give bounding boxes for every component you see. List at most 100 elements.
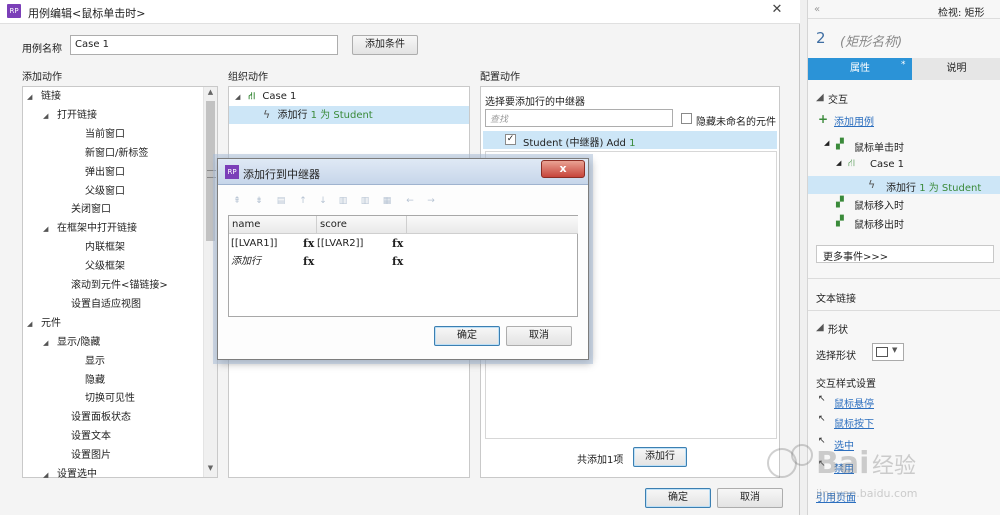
tree-item-label: 当前窗口	[85, 128, 125, 140]
tree-item-label: 新窗口/新标签	[85, 147, 149, 159]
tree-item[interactable]: 内联框架	[71, 239, 125, 257]
delete-row-icon[interactable]: ▤	[274, 195, 288, 207]
tree-item[interactable]: 切换可见性	[71, 390, 135, 408]
collapse-icon[interactable]: ◢	[43, 334, 53, 352]
tree-item[interactable]: 隐藏	[71, 372, 105, 390]
hide-unnamed-checkbox[interactable]	[681, 113, 692, 124]
divider	[808, 310, 1000, 311]
close-icon[interactable]: ✕	[755, 0, 799, 20]
tree-item[interactable]: ◢ 设置选中	[43, 466, 97, 484]
tree-item[interactable]: ◢ 链接	[27, 88, 61, 106]
collapse-icon[interactable]: ◢	[27, 315, 37, 333]
case-node[interactable]: ◢ ⛙ Case 1	[235, 88, 296, 106]
text-link-heading[interactable]: 文本链接	[816, 290, 856, 305]
tree-item-label: 链接	[41, 91, 61, 102]
move-right-icon[interactable]: →	[424, 195, 438, 207]
tree-item[interactable]: 弹出窗口	[71, 164, 125, 182]
tree-item[interactable]: 滚动到元件<锚链接>	[57, 277, 168, 295]
tree-item[interactable]: 设置文本	[57, 428, 111, 446]
selected-style-link[interactable]: 选中	[834, 437, 854, 452]
splitter-grip-icon[interactable]	[207, 170, 216, 178]
scroll-down-icon[interactable]: ▼	[204, 464, 217, 476]
tab-properties[interactable]: 属性	[808, 58, 912, 80]
reference-page-link[interactable]: 引用页面	[816, 489, 856, 504]
mousedown-style-link[interactable]: 鼠标按下	[834, 415, 874, 430]
search-input[interactable]: 查找	[485, 109, 673, 127]
add-row-button[interactable]: 添加行	[633, 447, 687, 467]
delete-col-icon[interactable]: ▦	[380, 195, 394, 207]
repeater-checkbox[interactable]: ✓	[505, 134, 516, 145]
expand-icon[interactable]: ◢	[836, 159, 841, 167]
shape-selector-dropdown[interactable]: ▼	[872, 343, 904, 361]
scroll-up-icon[interactable]: ▲	[204, 88, 217, 100]
more-events-dropdown[interactable]: 更多事件>>>	[816, 245, 994, 263]
tree-item[interactable]: ◢ 显示/隐藏	[43, 334, 100, 352]
tree-item[interactable]: 显示	[71, 353, 105, 371]
collapse-icon[interactable]: ◢	[27, 88, 37, 106]
case-name-input[interactable]: Case 1	[70, 35, 338, 55]
tree-item-label: 弹出窗口	[85, 166, 125, 178]
insert-col-left-icon[interactable]: ▥	[336, 195, 350, 207]
collapse-icon[interactable]: «	[814, 4, 820, 15]
tree-item[interactable]: 设置面板状态	[57, 409, 131, 427]
action-node[interactable]: ϟ 添加行 1 为 Student	[263, 106, 373, 124]
tree-item[interactable]: 设置图片	[57, 447, 111, 465]
move-up-icon[interactable]: ↑	[296, 195, 310, 207]
column-header-name[interactable]: name	[229, 216, 317, 234]
add-action-heading: 添加动作	[22, 72, 62, 83]
popup-ok-button[interactable]: 确定	[434, 326, 500, 346]
tree-item[interactable]: 关闭窗口	[57, 201, 111, 219]
tree-item[interactable]: 父级框架	[71, 258, 125, 276]
cancel-button[interactable]: 取消	[717, 488, 783, 508]
ok-button[interactable]: 确定	[645, 488, 711, 508]
collapse-icon[interactable]: ◢	[43, 220, 53, 238]
cursor-icon: ↖	[818, 394, 826, 404]
tree-item-label: 显示/隐藏	[57, 336, 101, 348]
event-click[interactable]: 鼠标单击时	[854, 139, 904, 154]
event-mouse-enter[interactable]: 鼠标移入时	[854, 197, 904, 212]
add-icon[interactable]: +	[818, 112, 828, 126]
tree-item[interactable]: ◢ 在框架中打开链接	[43, 220, 137, 238]
tree-scrollbar[interactable]: ▲ ▼	[203, 87, 217, 477]
section-collapse-icon[interactable]: ◢	[816, 92, 824, 103]
case-name-label: 用例名称	[22, 44, 62, 55]
fx-icon[interactable]: fx	[303, 235, 314, 253]
tree-item-label: 切换可见性	[85, 393, 135, 405]
event-mouse-leave[interactable]: 鼠标移出时	[854, 216, 904, 231]
add-case-link[interactable]: 添加用例	[834, 113, 874, 128]
select-repeater-label: 选择要添加行的中继器	[485, 97, 585, 108]
insert-row-above-icon[interactable]: ⇞	[230, 195, 244, 207]
popup-cancel-button[interactable]: 取消	[506, 326, 572, 346]
tree-item[interactable]: 设置自适应视图	[57, 296, 141, 314]
grid-cell[interactable]: 添加行	[231, 253, 261, 271]
fx-icon[interactable]: fx	[392, 235, 403, 253]
insert-col-right-icon[interactable]: ▥	[358, 195, 372, 207]
tree-item[interactable]: 当前窗口	[71, 126, 125, 144]
collapse-icon[interactable]: ◢	[235, 88, 245, 106]
hover-style-link[interactable]: 鼠标悬停	[834, 395, 874, 410]
collapse-icon[interactable]: ◢	[43, 107, 53, 125]
move-left-icon[interactable]: ←	[403, 195, 417, 207]
tree-item-label: 父级框架	[85, 261, 125, 273]
collapse-icon[interactable]: ◢	[43, 466, 53, 484]
tree-item[interactable]: ◢ 打开链接	[43, 107, 97, 125]
tree-item-label: 设置自适应视图	[71, 298, 141, 310]
fx-icon[interactable]: fx	[392, 253, 403, 271]
inspector-case-label[interactable]: Case 1	[870, 159, 904, 170]
tree-item[interactable]: ◢ 元件	[27, 315, 61, 333]
move-down-icon[interactable]: ↓	[316, 195, 330, 207]
tree-item[interactable]: 父级窗口	[71, 183, 125, 201]
insert-row-below-icon[interactable]: ⇟	[252, 195, 266, 207]
grid-cell[interactable]: [[LVAR2]]	[317, 235, 363, 253]
column-header-score[interactable]: score	[317, 216, 407, 234]
tab-notes[interactable]: 说明	[912, 58, 1000, 80]
expand-icon[interactable]: ◢	[824, 139, 829, 147]
shape-name-input[interactable]: (矩形名称)	[840, 31, 902, 50]
close-icon[interactable]: x	[541, 160, 585, 178]
add-condition-button[interactable]: 添加条件	[352, 35, 418, 55]
fx-icon[interactable]: fx	[303, 253, 314, 271]
grid-cell[interactable]: [[LVAR1]]	[231, 235, 277, 253]
tree-item[interactable]: 新窗口/新标签	[71, 145, 148, 163]
disabled-style-link[interactable]: 禁用	[834, 460, 854, 475]
section-collapse-icon[interactable]: ◢	[816, 322, 824, 333]
